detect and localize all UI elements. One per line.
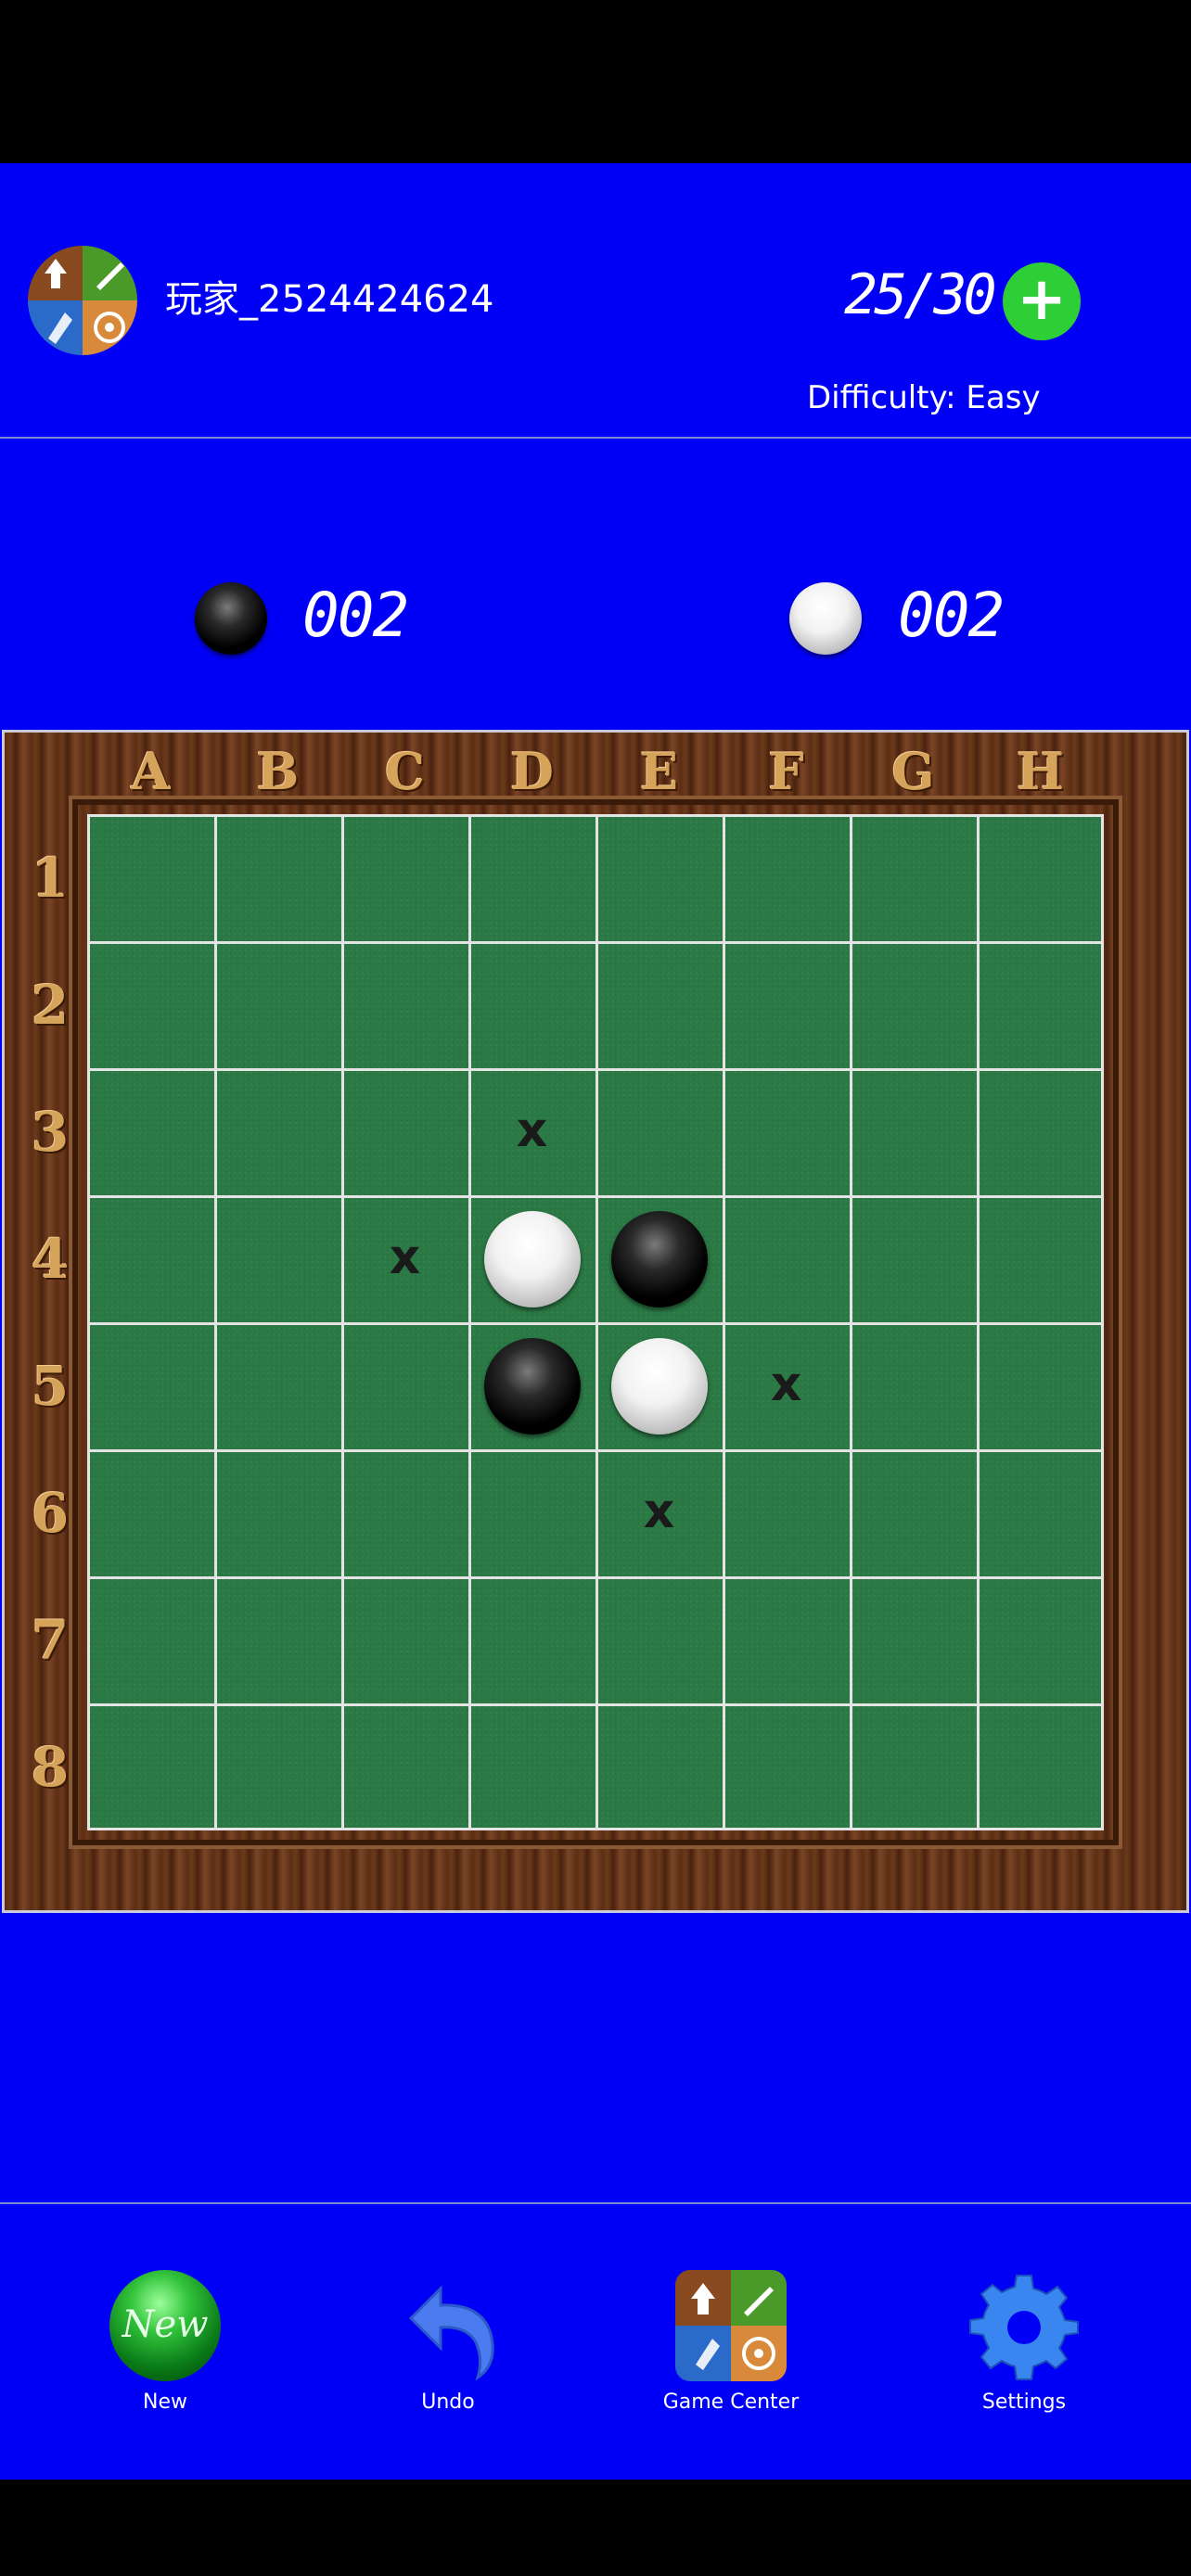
grid-line-horizontal xyxy=(87,1322,1104,1325)
grid-line-vertical xyxy=(723,814,725,1830)
row-label: 8 xyxy=(31,1735,70,1799)
row-label: 1 xyxy=(31,846,70,910)
valid-move-marker[interactable]: x xyxy=(510,1106,555,1154)
black-score: 002 xyxy=(302,580,409,651)
valid-move-marker[interactable]: x xyxy=(764,1360,809,1409)
add-moves-button[interactable]: + xyxy=(1003,262,1081,340)
undo-button[interactable]: Undo xyxy=(355,2270,541,2418)
row-label: 4 xyxy=(31,1227,70,1291)
black-disc xyxy=(483,1337,581,1435)
undo-label: Undo xyxy=(421,2391,475,2414)
black-disc xyxy=(610,1210,708,1307)
moves-counter: 25/30 xyxy=(844,262,997,327)
game-center-label: Game Center xyxy=(662,2391,800,2414)
undo-icon xyxy=(392,2270,504,2381)
white-score: 002 xyxy=(898,580,1005,651)
lower-area xyxy=(0,1915,1191,2202)
settings-label: Settings xyxy=(981,2391,1067,2414)
grid-line-horizontal xyxy=(87,1449,1104,1452)
row-label: 7 xyxy=(31,1608,70,1672)
white-disc xyxy=(483,1210,581,1307)
grid-line-horizontal xyxy=(87,1576,1104,1579)
avatar-icon[interactable] xyxy=(28,246,137,355)
game-center-icon xyxy=(675,2270,787,2381)
grid-line-vertical xyxy=(850,814,852,1830)
grid-line-vertical xyxy=(1101,814,1104,1830)
valid-move-marker[interactable]: x xyxy=(637,1487,682,1536)
home-indicator-area xyxy=(0,2480,1191,2576)
white-disc-icon xyxy=(789,582,862,655)
status-bar xyxy=(0,0,1191,163)
score-area xyxy=(0,439,1191,728)
settings-button[interactable]: Settings xyxy=(931,2270,1117,2418)
column-label: D xyxy=(510,742,554,801)
gear-icon xyxy=(968,2270,1080,2381)
player-name: 玩家_2524424624 xyxy=(165,278,494,321)
column-label: F xyxy=(768,742,804,801)
game-center-button[interactable]: Game Center xyxy=(638,2270,824,2418)
column-label: G xyxy=(891,742,935,801)
black-disc-icon xyxy=(195,582,267,655)
grid-line-horizontal xyxy=(87,1828,1104,1830)
row-label: 3 xyxy=(31,1100,70,1164)
row-label: 2 xyxy=(31,973,70,1037)
difficulty-label: Difficulty: Easy xyxy=(807,379,1041,416)
white-disc xyxy=(610,1337,708,1435)
column-label: E xyxy=(639,742,679,801)
column-label: H xyxy=(1016,742,1065,801)
game-board[interactable]: x x x x xyxy=(87,814,1104,1830)
row-label: 5 xyxy=(31,1354,70,1418)
valid-move-marker[interactable]: x xyxy=(383,1233,428,1282)
grid-line-vertical xyxy=(977,814,980,1830)
new-game-button[interactable]: New New xyxy=(72,2270,258,2418)
column-label: A xyxy=(131,742,171,801)
new-game-label: New xyxy=(143,2391,187,2414)
grid-line-horizontal xyxy=(87,1703,1104,1706)
row-label: 6 xyxy=(31,1481,70,1545)
column-label: B xyxy=(256,742,300,801)
new-game-icon: New xyxy=(109,2270,221,2381)
column-label: C xyxy=(385,742,425,801)
